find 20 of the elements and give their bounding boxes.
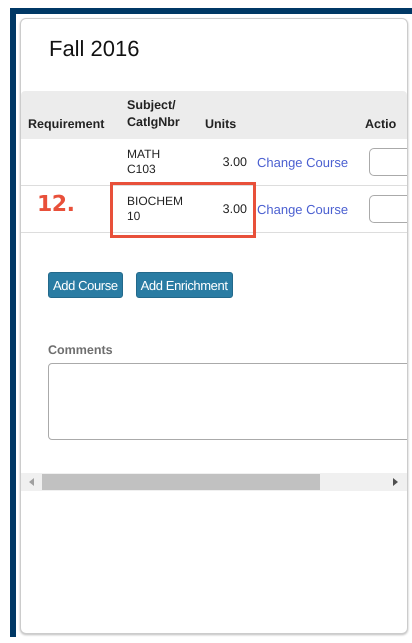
course-cell-text: BIOCHEM 10 xyxy=(127,194,184,224)
add-button[interactable]: Add Course xyxy=(48,272,123,298)
units-cell-text: 3.00 xyxy=(222,202,248,216)
comments-field[interactable] xyxy=(48,363,407,440)
step-number: 12. xyxy=(37,192,74,217)
scroll-right-icon[interactable] xyxy=(393,478,398,486)
comments-label: Comments xyxy=(48,343,113,357)
column-header: Units xyxy=(205,117,236,131)
column-header: Subject/ CatlgNbr xyxy=(127,97,181,131)
horizontal-scrollbar[interactable] xyxy=(21,473,407,491)
change-course-link[interactable]: Change Course xyxy=(251,154,348,170)
add-button[interactable]: Add Enrichment xyxy=(136,272,233,298)
column-header: Actio xyxy=(365,117,396,131)
term-title: Fall 2016 xyxy=(49,36,140,63)
scroll-left-icon[interactable] xyxy=(29,478,34,486)
units-cell-text: 3.00 xyxy=(222,155,248,169)
scrollbar-thumb[interactable] xyxy=(42,474,320,490)
column-header: Requirement xyxy=(27,117,104,131)
course-cell-text: MATH C103 xyxy=(127,147,162,177)
change-course-link[interactable]: Change Course xyxy=(251,202,348,216)
